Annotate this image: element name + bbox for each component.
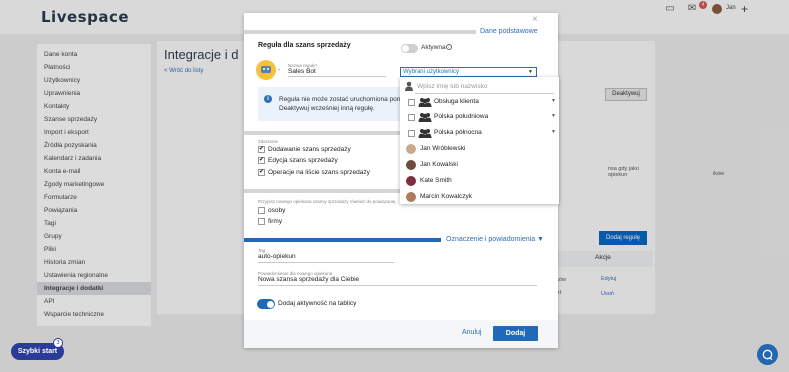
event-label: Dodawanie szans sprzedaży [268,146,351,153]
active-label: Aktywna [421,44,446,51]
board-activity-label: Dodaj aktywność na tablicy [278,300,357,307]
event-checkbox[interactable] [258,145,265,153]
tag-input[interactable]: auto-opiekun [258,253,296,260]
dropdown-group-row[interactable]: Obsługa klienta ▼ [400,95,559,110]
dropdown-user-row[interactable]: Marcin Kowalczyk [400,190,559,205]
chevron-down-icon[interactable]: ▼ [551,129,556,135]
dropdown-group-row[interactable]: Polska północna ▼ [400,126,559,141]
avatar [406,192,416,202]
toggle-knob [267,300,274,308]
info-text-line1: Reguła nie może zostać uruchomiona poni [279,96,402,103]
group-checkbox[interactable] [408,114,415,121]
assign-label: osoby [268,207,286,214]
section-divider [244,189,400,193]
event-checkbox[interactable] [258,168,265,176]
toggle-knob [402,45,409,52]
section-divider [244,131,400,135]
dropdown-group-row[interactable]: Polska południowa ▼ [400,110,559,125]
event-checkbox[interactable] [258,156,265,164]
assign-label: Przypisz nowego opiekuna szansy sprzedaż… [258,199,396,204]
chevron-down-icon[interactable]: ▼ [551,113,556,119]
search-underline [415,93,554,94]
dropdown-user-row[interactable]: Jan Kowalski [400,158,559,173]
group-checkbox[interactable] [408,99,415,106]
input-underline [258,262,394,263]
dropdown-user-row[interactable]: Jan Wróblewski [400,142,559,157]
chat-icon [762,349,773,360]
notifications-section-link[interactable]: Oznaczenie i powiadomienia ▼ [446,236,544,243]
users-select-value: Wybrani użytkownicy [403,69,459,75]
group-label: Polska północna [434,129,482,136]
bot-eye [263,68,265,70]
user-label: Jan Kowalski [420,161,458,168]
users-select[interactable]: Wybrani użytkownicy ▼ [400,67,537,77]
group-icon [418,113,432,122]
cancel-button[interactable]: Anuluj [462,329,481,336]
close-icon[interactable]: × [532,14,538,25]
info-alert [258,87,418,121]
board-activity-toggle[interactable] [257,299,275,309]
chevron-down-icon: ▼ [528,69,533,75]
basic-data-link[interactable]: Dane podstawowe [480,28,538,35]
person-search-icon [405,81,413,91]
info-icon[interactable]: i [446,44,452,50]
separator: - [278,67,281,74]
input-underline [288,76,386,77]
input-underline [258,285,537,286]
bot-face [261,66,271,73]
avatar [406,160,416,170]
assign-checkbox[interactable] [258,207,265,214]
avatar [406,144,416,154]
section-divider [244,30,476,34]
add-button[interactable]: Dodaj [493,326,538,341]
dropdown-search-input[interactable]: Wpisz imię lub nazwisko [417,83,487,90]
assign-checkbox[interactable] [258,218,265,225]
active-toggle[interactable] [401,44,418,53]
info-text-line2: Deaktywuj wcześniej inną regułę. [279,105,375,112]
event-label: Edycja szans sprzedaży [268,157,338,164]
bot-eye [267,68,269,70]
events-label: Zdarzenie [258,139,279,144]
section-title: Reguła dla szans sprzedaży [258,42,351,49]
bot-avatar-icon[interactable] [256,60,276,80]
chat-button[interactable] [757,344,778,365]
dropdown-user-row[interactable]: Kate Smith [400,174,559,189]
event-label: Operacje na liście szans sprzedaży [268,169,370,176]
group-checkbox[interactable] [408,130,415,137]
user-label: Jan Wróblewski [420,145,466,152]
assign-label: firmy [268,218,283,225]
group-label: Obsługa klienta [434,98,479,105]
group-icon [418,98,432,107]
user-label: Kate Smith [420,177,452,184]
info-icon: i [264,95,272,103]
group-label: Polska południowa [434,113,489,120]
avatar [406,176,416,186]
user-label: Marcin Kowalczyk [420,193,473,200]
chevron-down-icon[interactable]: ▼ [551,98,556,104]
rule-name-input[interactable]: Sales Bot [288,68,316,75]
group-icon [418,129,432,138]
notification-input[interactable]: Nowa szansa sprzedaży dla Ciebie [258,276,359,283]
quick-start-count-badge: 3 [53,338,63,348]
section-divider-active [244,238,441,242]
